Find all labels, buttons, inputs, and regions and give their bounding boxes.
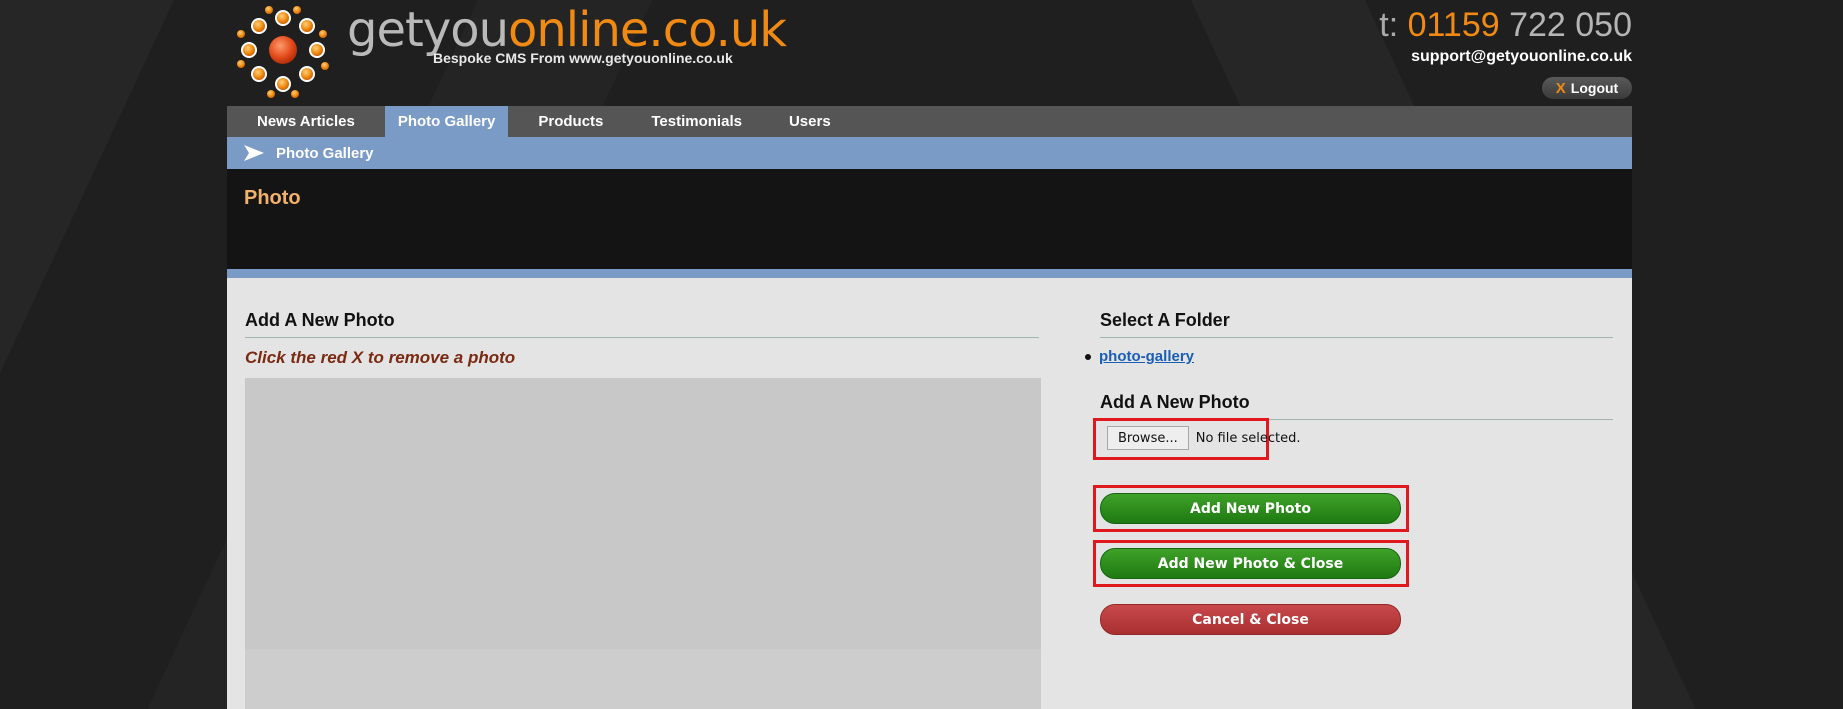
phone-label: t: [1379, 6, 1399, 44]
folder-link-photo-gallery[interactable]: photo-gallery [1099, 348, 1194, 365]
page-wrapper: getyouonline.co.uk Bespoke CMS From www.… [227, 0, 1632, 709]
contact-email: support@getyouonline.co.uk [1411, 48, 1632, 65]
page-title-bar: Photo [227, 169, 1632, 269]
add-new-photo-button[interactable]: Add New Photo [1100, 493, 1401, 524]
main-content: Add A New Photo Click the red X to remov… [227, 278, 1632, 709]
select-folder-heading: Select A Folder [1100, 310, 1230, 330]
list-item: photo-gallery [1085, 348, 1194, 365]
main-nav: News Articles Photo Gallery Products Tes… [227, 106, 1632, 137]
remove-photo-hint: Click the red X to remove a photo [245, 348, 516, 367]
folder-list: photo-gallery [1085, 348, 1194, 365]
breadcrumb-photo-gallery[interactable]: Photo Gallery [276, 145, 374, 162]
photo-list-area [245, 378, 1041, 709]
logo-tagline: Bespoke CMS From www.getyouonline.co.uk [433, 50, 733, 66]
photo-list-area-lower [245, 649, 1041, 709]
phone-area-code: 01159 [1407, 6, 1500, 44]
nav-item-news-articles[interactable]: News Articles [227, 106, 385, 137]
select-folder-rule [1100, 337, 1613, 338]
bullet-icon [1085, 353, 1091, 360]
phone-number: 722 050 [1499, 6, 1632, 44]
breadcrumb: Photo Gallery [227, 137, 1632, 169]
logout-x-icon: X [1555, 79, 1566, 97]
file-input: Browse... No file selected. [1107, 426, 1300, 450]
contact-phone: t: 01159 722 050 [1379, 6, 1632, 45]
nav-item-testimonials[interactable]: Testimonials [633, 106, 771, 137]
right-heading-add-photo: Add A New Photo [1100, 392, 1250, 412]
logo-sun-icon [237, 6, 329, 98]
arrow-right-icon [244, 145, 264, 161]
nav-item-products[interactable]: Products [508, 106, 633, 137]
file-status: No file selected. [1195, 430, 1301, 446]
nav-item-users[interactable]: Users [771, 106, 849, 137]
cancel-close-button[interactable]: Cancel & Close [1100, 604, 1401, 635]
logout-label: Logout [1570, 80, 1619, 96]
divider-stripe [227, 269, 1632, 278]
left-heading-add-photo: Add A New Photo [245, 310, 395, 330]
left-heading-rule [245, 337, 1039, 338]
browse-button[interactable]: Browse... [1107, 426, 1189, 450]
add-new-photo-close-button[interactable]: Add New Photo & Close [1100, 548, 1401, 579]
logout-button[interactable]: X Logout [1542, 77, 1632, 99]
page-title: Photo [244, 187, 301, 209]
site-header: getyouonline.co.uk Bespoke CMS From www.… [227, 0, 1632, 106]
nav-item-photo-gallery[interactable]: Photo Gallery [384, 106, 509, 137]
